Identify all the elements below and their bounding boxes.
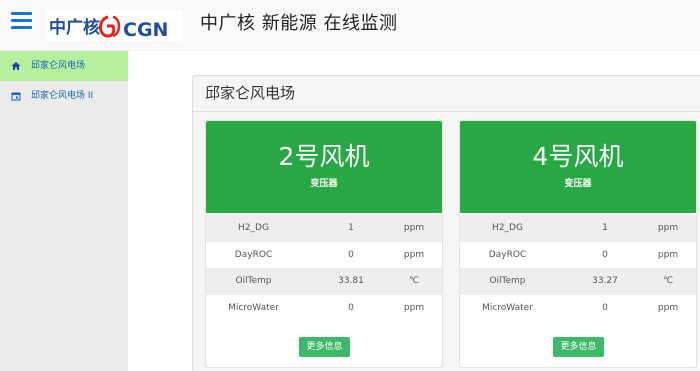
menu-toggle-icon[interactable] [11, 12, 32, 30]
metric-unit: ppm [657, 223, 679, 233]
card-header: 2号风机 变压器 [206, 121, 442, 213]
table-row: H2_DG 1 ppm [206, 215, 442, 242]
metric-unit: ppm [403, 223, 425, 233]
panel-title: 邱家仑风电场 [205, 84, 296, 102]
metric-value: 1 [602, 223, 608, 233]
metric-name: MicroWater [228, 302, 279, 313]
turbine-card: 4号风机 变压器 H2_DG 1 ppm DayROC 0 ppm OilTem… [459, 120, 697, 368]
metric-unit: ℃ [408, 276, 420, 286]
metric-unit: ppm [657, 302, 679, 313]
metrics-table: H2_DG 1 ppm DayROC 0 ppm OilTemp 33.27 ℃… [460, 215, 696, 321]
top-bar: 中广核 CGN 中广核 新能源 在线监测 [0, 0, 700, 51]
metric-unit: ℃ [662, 276, 674, 286]
metrics-table: H2_DG 1 ppm DayROC 0 ppm OilTemp 33.81 ℃… [206, 215, 442, 321]
sidebar-item-qiujialun[interactable]: 邱家仑风电场 [0, 51, 128, 81]
table-row: DayROC 0 ppm [460, 242, 696, 269]
site-panel: 邱家仑风电场 2号风机 变压器 H2_DG 1 ppm DayROC 0 ppm [192, 75, 700, 371]
metric-value: 33.81 [338, 276, 364, 286]
metric-value: 33.27 [592, 276, 618, 286]
metric-name: DayROC [488, 249, 527, 260]
app-title: 中广核 新能源 在线监测 [200, 13, 398, 34]
card-title: 2号风机 [278, 142, 370, 171]
main-content: 邱家仑风电场 2号风机 变压器 H2_DG 1 ppm DayROC 0 ppm [128, 51, 700, 371]
card-header: 4号风机 变压器 [460, 121, 696, 213]
svg-text:CGN: CGN [123, 19, 168, 41]
sidebar-item-qiujialun-ii[interactable]: 邱家仑风电场 II [0, 81, 128, 111]
metric-value: 0 [348, 302, 354, 313]
metric-value: 0 [602, 249, 608, 260]
metric-name: H2_DG [238, 223, 269, 233]
calendar-icon [11, 92, 21, 101]
card-title: 4号风机 [532, 142, 624, 171]
home-icon [11, 62, 21, 70]
metric-unit: ppm [403, 249, 425, 260]
metric-name: H2_DG [492, 223, 523, 233]
metric-value: 1 [348, 223, 354, 233]
more-info-button[interactable]: 更多信息 [299, 337, 350, 357]
table-row: OilTemp 33.81 ℃ [206, 268, 442, 295]
metric-name: DayROC [234, 249, 273, 260]
sidebar-item-label: 邱家仑风电场 II [31, 91, 94, 101]
metric-name: OilTemp [489, 276, 526, 286]
turbine-card: 2号风机 变压器 H2_DG 1 ppm DayROC 0 ppm OilTem… [205, 120, 443, 368]
svg-text:中广核: 中广核 [49, 17, 100, 38]
cgn-logo: 中广核 CGN [46, 10, 183, 41]
metric-unit: ppm [657, 249, 679, 260]
sidebar: 邱家仑风电场 邱家仑风电场 II [0, 51, 128, 371]
card-subtitle: 变压器 [310, 179, 338, 189]
metric-unit: ppm [403, 302, 425, 313]
more-info-button[interactable]: 更多信息 [553, 337, 604, 357]
metric-value: 0 [602, 302, 608, 313]
card-subtitle: 变压器 [564, 179, 592, 189]
table-row: H2_DG 1 ppm [460, 215, 696, 242]
divider [193, 111, 700, 112]
table-row: OilTemp 33.27 ℃ [460, 268, 696, 295]
table-row: MicroWater 0 ppm [206, 295, 442, 322]
table-row: DayROC 0 ppm [206, 242, 442, 269]
metric-name: MicroWater [482, 302, 533, 313]
metric-value: 0 [348, 249, 354, 260]
sidebar-item-label: 邱家仑风电场 [31, 61, 86, 71]
table-row: MicroWater 0 ppm [460, 295, 696, 322]
metric-name: OilTemp [235, 276, 272, 286]
